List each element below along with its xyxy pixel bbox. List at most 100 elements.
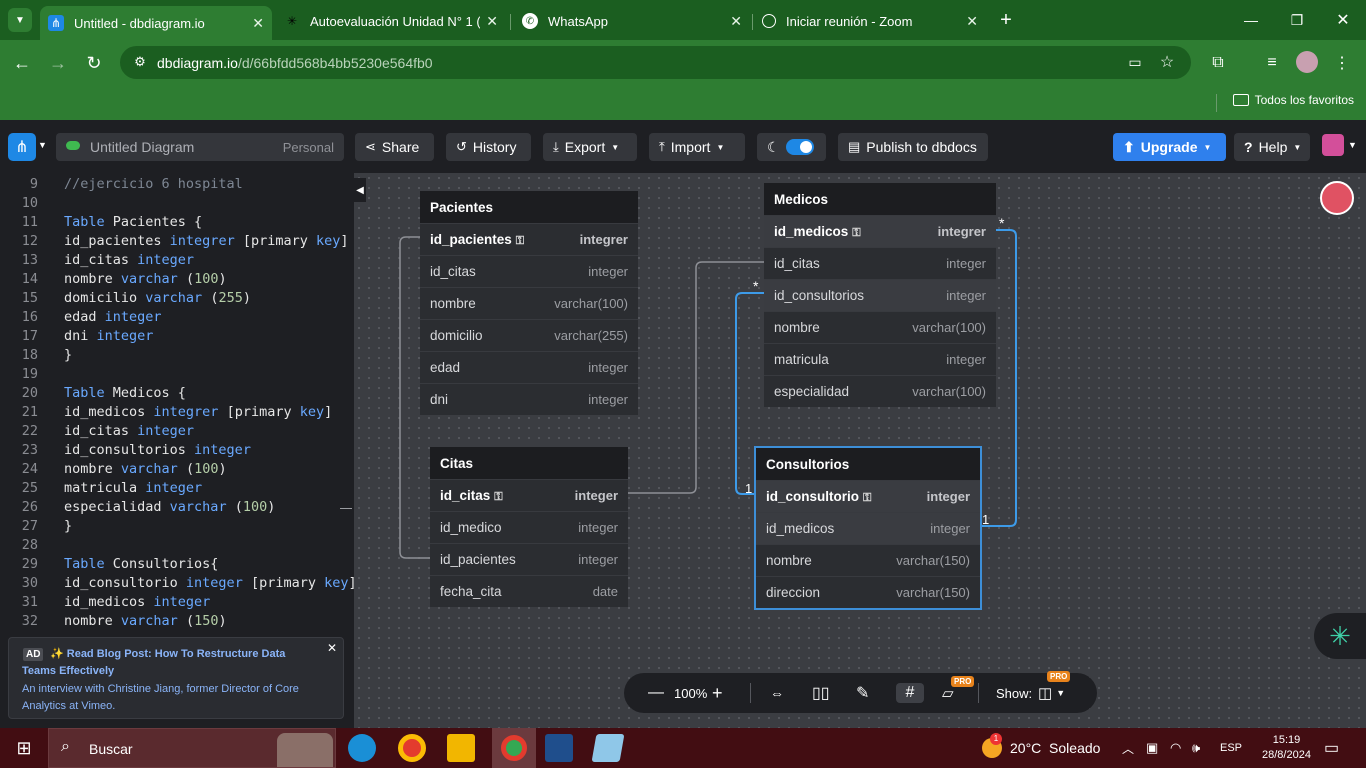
fit-view-icon[interactable]: ⇔ <box>770 683 784 703</box>
columns-icon[interactable]: ▯▯ <box>812 683 830 703</box>
theme-toggle[interactable]: ☾ <box>757 133 826 161</box>
new-tab-icon[interactable]: + <box>994 8 1018 32</box>
site-settings-icon[interactable]: ⚙ <box>128 50 152 74</box>
forward-icon[interactable]: → <box>46 51 70 75</box>
table-field-row[interactable]: id_citas ⚿ integer <box>430 479 628 511</box>
grid-frame-icon[interactable]: # <box>896 683 924 703</box>
menu-dots-icon[interactable]: ⋮ <box>1330 51 1354 75</box>
tab-search-chevron-icon[interactable]: ▼ <box>8 8 32 32</box>
avatar-chevron-icon[interactable]: ▼ <box>1348 140 1357 150</box>
taskbar-search[interactable]: ⌕ Buscar <box>48 728 336 768</box>
tab-whatsapp[interactable]: ✆ WhatsApp ✕ <box>514 6 750 36</box>
table-field-row[interactable]: nombre varchar(100) <box>764 311 996 343</box>
table-field-row[interactable]: dni integer <box>420 383 638 415</box>
ad-headline[interactable]: ✨ Read Blog Post: How To Restructure Dat… <box>22 646 322 680</box>
history-button[interactable]: ↺ History <box>446 133 531 161</box>
table-field-row[interactable]: id_medicos integer <box>756 512 980 544</box>
chrome-active-icon[interactable] <box>492 728 536 768</box>
close-tab-icon[interactable]: ✕ <box>966 13 978 30</box>
share-button[interactable]: ⋖ Share <box>355 133 434 161</box>
table-header[interactable]: Citas <box>430 447 628 479</box>
table-field-row[interactable]: id_medicos ⚿ integrer <box>764 215 996 247</box>
table-citas[interactable]: Citas id_citas ⚿ integer id_medico integer id_… <box>430 447 628 607</box>
edge-icon[interactable] <box>348 734 376 762</box>
close-ad-icon[interactable]: ✕ <box>327 641 337 655</box>
table-field-row[interactable]: id_consultorios integer <box>764 279 996 311</box>
editor-divider-handle[interactable] <box>340 508 352 509</box>
wifi-icon[interactable]: ◠ <box>1170 728 1181 768</box>
table-field-row[interactable]: id_medico integer <box>430 511 628 543</box>
logo-chevron-icon[interactable]: ▼ <box>38 140 47 150</box>
diagram-title-field[interactable]: Untitled Diagram Personal <box>56 133 344 161</box>
extensions-icon[interactable]: ⧉ <box>1206 51 1230 75</box>
table-field-row[interactable]: id_citas integer <box>420 255 638 287</box>
tab-zoom[interactable]: Iniciar reunión - Zoom ✕ <box>754 6 986 36</box>
export-button[interactable]: ⤓ Export ▼ <box>543 133 637 161</box>
table-field-row[interactable]: id_consultorio ⚿ integer <box>756 480 980 512</box>
tray-chevron-icon[interactable]: ︿ <box>1122 728 1134 768</box>
close-tab-icon[interactable]: ✕ <box>486 13 498 30</box>
close-window-icon[interactable]: ✕ <box>1320 0 1366 40</box>
weather-widget[interactable]: 1 20°C Soleado <box>982 728 1100 768</box>
all-bookmarks-button[interactable]: Todos los favoritos <box>1232 93 1354 107</box>
zoom-level[interactable]: 100% <box>674 683 707 703</box>
collaborator-avatar[interactable] <box>1320 181 1354 215</box>
app-icon[interactable] <box>545 734 573 762</box>
table-field-row[interactable]: nombre varchar(100) <box>420 287 638 319</box>
language-indicator[interactable]: ESP <box>1220 728 1242 768</box>
table-field-row[interactable]: especialidad varchar(100) <box>764 375 996 407</box>
upgrade-button[interactable]: ⬆ Upgrade ▼ <box>1113 133 1226 161</box>
table-field-row[interactable]: nombre varchar(150) <box>756 544 980 576</box>
table-field-row[interactable]: edad integer <box>420 351 638 383</box>
table-field-row[interactable]: id_pacientes integer <box>430 543 628 575</box>
table-field-row[interactable]: fecha_cita date <box>430 575 628 607</box>
table-header[interactable]: Pacientes <box>420 191 638 223</box>
profile-avatar[interactable] <box>1296 51 1318 73</box>
table-field-row[interactable]: id_citas integer <box>764 247 996 279</box>
diagram-canvas[interactable]: ◀ * * 1 1 Pacientes id_pacientes ⚿ integrer… <box>354 173 1366 728</box>
ai-assistant-button[interactable]: ✳ <box>1314 613 1366 659</box>
zoom-out-icon[interactable]: — <box>648 683 664 703</box>
tab-dbdiagram[interactable]: ⋔ Untitled - dbdiagram.io ✕ <box>40 6 272 40</box>
field-name: id_citas <box>774 256 820 271</box>
address-bar[interactable]: ⚙ dbdiagram.io/d/66bfdd568b4bb5230e564fb… <box>120 46 1191 79</box>
help-button[interactable]: ? Help ▼ <box>1234 133 1310 161</box>
toggle-switch[interactable] <box>785 139 814 155</box>
table-pacientes[interactable]: Pacientes id_pacientes ⚿ integrer id_citas in… <box>420 191 638 415</box>
table-field-row[interactable]: domicilio varchar(255) <box>420 319 638 351</box>
table-header[interactable]: Consultorios <box>756 448 980 480</box>
close-tab-icon[interactable]: ✕ <box>730 13 742 30</box>
minimize-icon[interactable]: — <box>1228 0 1274 40</box>
highlight-pen-icon[interactable]: ✎ <box>856 683 869 703</box>
dbdiagram-logo-icon[interactable]: ⋔ <box>8 133 36 161</box>
bookmark-star-icon[interactable]: ☆ <box>1155 50 1179 74</box>
windows-start-icon[interactable]: ⊞ <box>10 734 38 762</box>
notifications-icon[interactable]: ▭ <box>1324 728 1339 768</box>
volume-icon[interactable]: 🕪 <box>1192 728 1200 768</box>
back-icon[interactable]: ← <box>10 51 34 75</box>
table-header[interactable]: Medicos <box>764 183 996 215</box>
clipboard-icon[interactable]: ▭ <box>1123 50 1147 74</box>
import-button[interactable]: ⤒ Import ▼ <box>649 133 745 161</box>
tab-autoevaluacion[interactable]: ✳ Autoevaluación Unidad N° 1 (P ✕ <box>276 6 506 36</box>
restore-icon[interactable]: ❐ <box>1274 0 1320 40</box>
table-medicos[interactable]: Medicos id_medicos ⚿ integrer id_citas intege… <box>764 183 996 407</box>
ad-banner[interactable]: AD ✨ Read Blog Post: How To Restructure … <box>8 637 344 719</box>
media-control-icon[interactable]: ≡ <box>1260 51 1284 75</box>
zoom-in-icon[interactable]: + <box>712 683 723 703</box>
close-tab-icon[interactable]: ✕ <box>252 15 264 32</box>
chrome-icon[interactable] <box>398 734 426 762</box>
table-field-row[interactable]: matricula integer <box>764 343 996 375</box>
table-field-row[interactable]: id_pacientes ⚿ integrer <box>420 223 638 255</box>
clock[interactable]: 15:19 28/8/2024 <box>1262 728 1311 768</box>
show-layout-dropdown[interactable]: ◫ ▼ <box>1038 683 1065 703</box>
publish-button[interactable]: ▤ Publish to dbdocs <box>838 133 988 161</box>
collapse-editor-button[interactable]: ◀ <box>354 178 366 202</box>
reload-icon[interactable]: ↻ <box>82 51 106 75</box>
file-explorer-icon[interactable] <box>447 734 475 762</box>
table-field-row[interactable]: direccion varchar(150) <box>756 576 980 608</box>
user-avatar[interactable] <box>1322 134 1344 156</box>
tray-app-icon[interactable]: ▣ <box>1146 728 1158 768</box>
app-icon[interactable] <box>591 734 625 762</box>
table-consultorios[interactable]: Consultorios id_consultorio ⚿ integer id_med… <box>754 446 982 610</box>
